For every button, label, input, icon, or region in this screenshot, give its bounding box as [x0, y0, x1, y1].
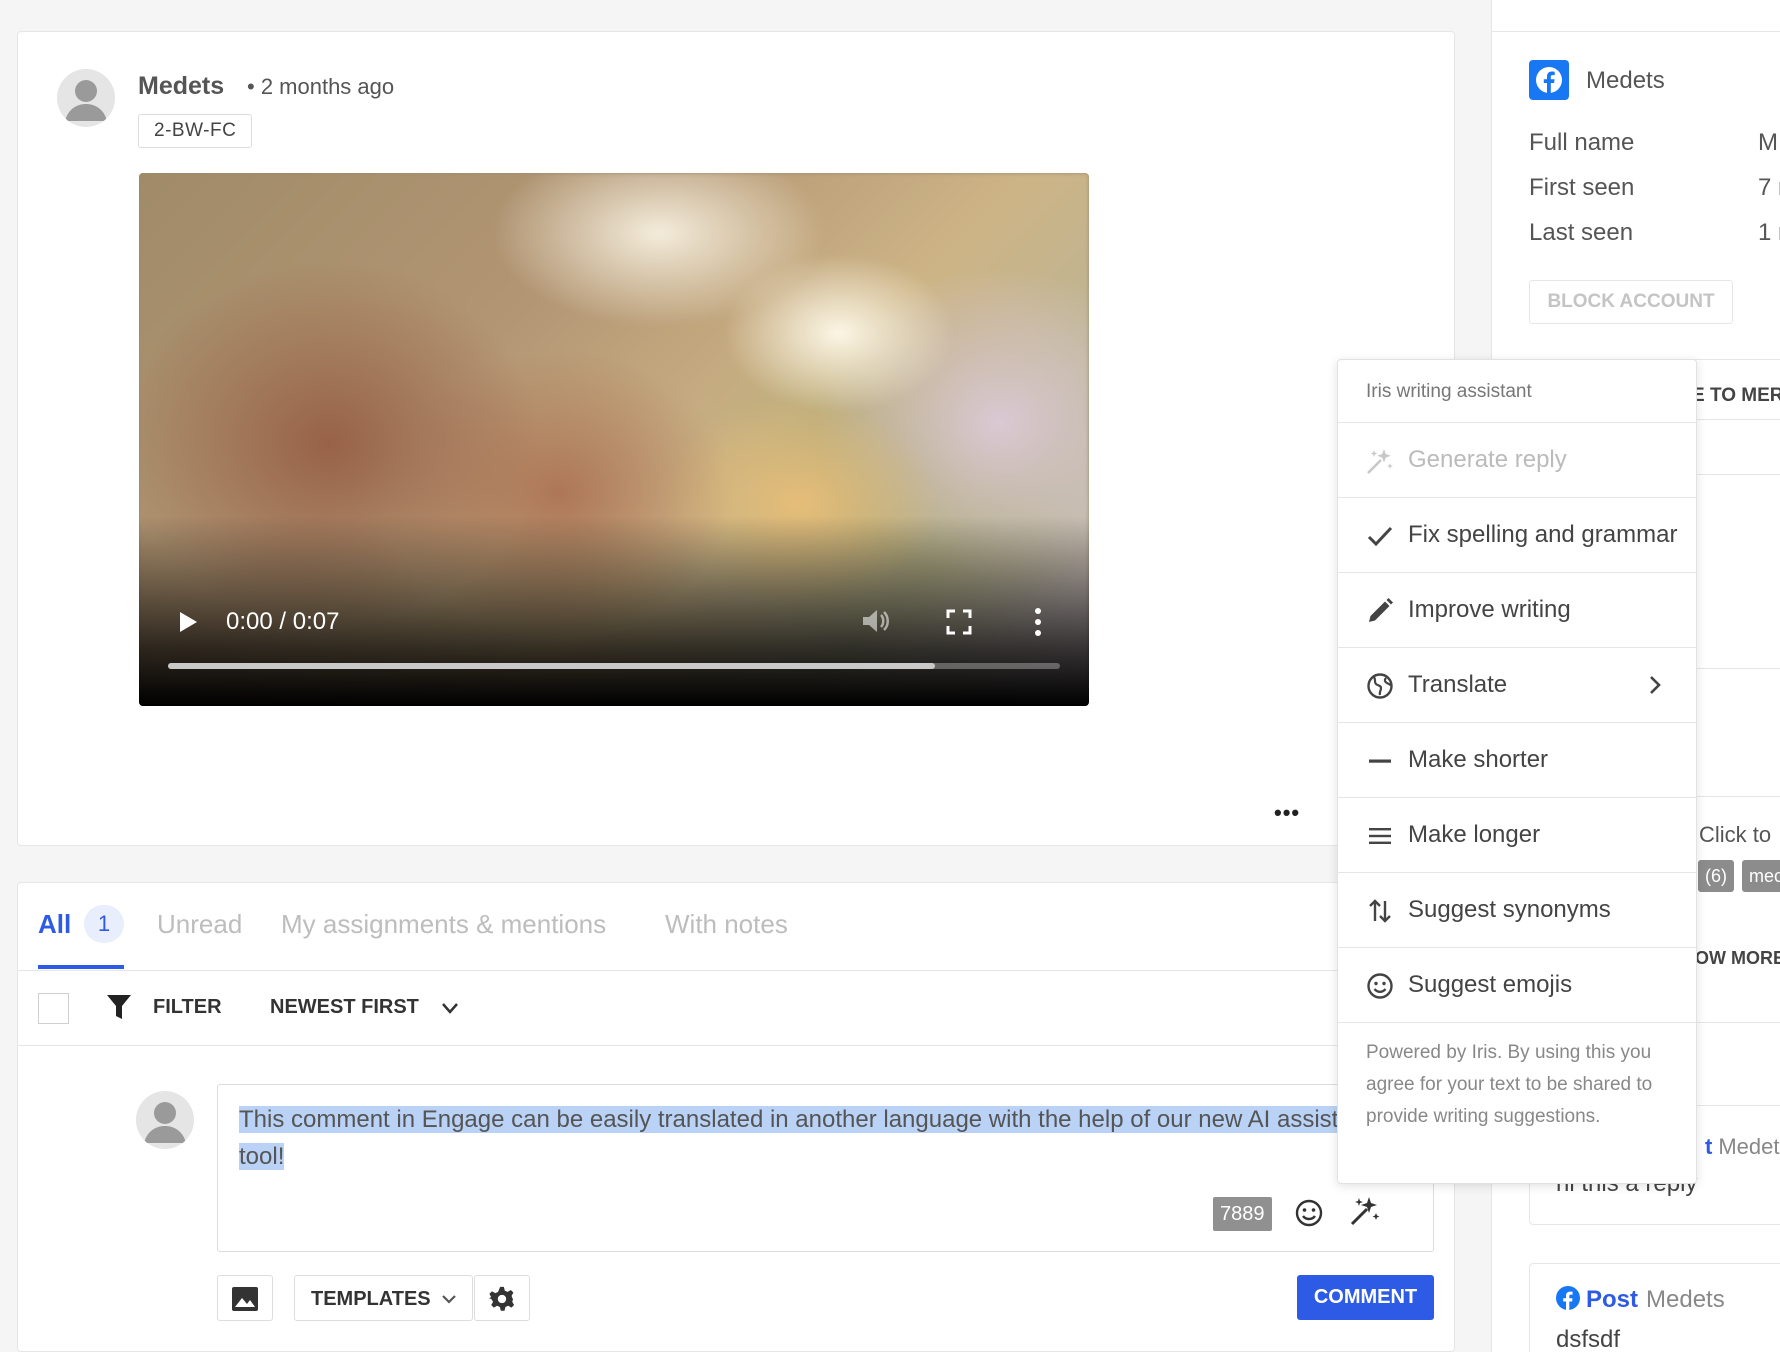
- menu-item-suggest-synonyms[interactable]: Suggest synonyms: [1338, 873, 1696, 948]
- check-icon: [1367, 526, 1393, 547]
- templates-button[interactable]: TEMPLATES: [294, 1275, 473, 1321]
- tab-with-notes[interactable]: With notes: [665, 909, 788, 940]
- author-avatar[interactable]: [57, 69, 115, 127]
- menu-item-label: Make longer: [1408, 821, 1541, 848]
- volume-icon[interactable]: [859, 605, 891, 637]
- char-count-badge: 7889: [1213, 1197, 1272, 1231]
- emoji-icon: [1367, 973, 1393, 999]
- chevron-down-icon: [442, 1295, 456, 1304]
- post-time: • 2 months ago: [247, 74, 395, 99]
- facebook-icon: [1529, 60, 1569, 100]
- post-summary-text: dsfsdf: [1556, 1326, 1621, 1352]
- sparkle-icon: [1367, 449, 1393, 474]
- reply-area: This comment in Engage can be easily tra…: [18, 1046, 1454, 1351]
- post-summary-header: Post Medets: [1556, 1286, 1725, 1314]
- lines-icon: [1369, 828, 1391, 844]
- select-all-checkbox[interactable]: [38, 993, 69, 1024]
- reply-input[interactable]: This comment in Engage can be easily tra…: [217, 1084, 1434, 1252]
- chevron-right-icon: [1650, 676, 1661, 694]
- globe-icon: [1367, 673, 1393, 699]
- comment-tabs: All 1 Unread My assignments & mentions W…: [18, 883, 1454, 971]
- iris-menu-title: Iris writing assistant: [1366, 381, 1532, 402]
- post-card: Medets • 2 months ago 2-BW-FC 0:00 / 0:0…: [17, 31, 1455, 846]
- menu-item-generate-reply[interactable]: Generate reply: [1338, 423, 1696, 498]
- play-icon[interactable]: [175, 610, 199, 634]
- menu-item-improve-writing[interactable]: Improve writing: [1338, 573, 1696, 648]
- tab-all[interactable]: All: [38, 909, 71, 940]
- last-seen-label: Last seen: [1529, 219, 1634, 246]
- iris-assistant-menu: Iris writing assistant Generate reply Fi…: [1337, 359, 1697, 1184]
- reply-type-fragment: t: [1705, 1134, 1713, 1159]
- menu-item-translate[interactable]: Translate: [1338, 648, 1696, 723]
- filter-button[interactable]: FILTER: [153, 996, 222, 1019]
- video-player[interactable]: 0:00 / 0:07: [139, 173, 1089, 706]
- divider: [1492, 31, 1780, 32]
- chevron-down-icon[interactable]: [441, 1001, 459, 1015]
- swap-arrows-icon: [1369, 899, 1391, 923]
- label-chip[interactable]: (6): [1698, 860, 1734, 892]
- reply-tools: TEMPLATES COMMENT: [217, 1275, 1454, 1323]
- post-summary-label: Post: [1586, 1286, 1639, 1313]
- full-name-label: Full name: [1529, 129, 1635, 156]
- profile-name[interactable]: Medets: [1586, 67, 1665, 95]
- video-time: 0:00 / 0:07: [226, 608, 340, 635]
- show-more-button[interactable]: OW MORE: [1695, 948, 1780, 969]
- image-icon: [232, 1287, 258, 1311]
- attach-image-button[interactable]: [217, 1275, 273, 1321]
- menu-item-make-longer[interactable]: Make longer: [1338, 798, 1696, 873]
- facebook-icon: [1556, 1286, 1580, 1310]
- comment-toolbar: FILTER NEWEST FIRST: [18, 971, 1454, 1046]
- click-to-text[interactable]: Click to: [1699, 822, 1771, 848]
- full-name-value: M: [1758, 129, 1778, 156]
- iris-disclaimer: Powered by Iris. By using this you agree…: [1366, 1042, 1653, 1127]
- first-seen-label: First seen: [1529, 174, 1635, 201]
- post-summary-author: Medets: [1646, 1286, 1725, 1313]
- comment-button[interactable]: COMMENT: [1297, 1275, 1434, 1320]
- video-progress[interactable]: [168, 663, 1060, 669]
- menu-item-label: Suggest synonyms: [1408, 896, 1611, 923]
- author-name[interactable]: Medets: [138, 72, 224, 101]
- video-progress-fill: [168, 663, 936, 669]
- sort-dropdown[interactable]: NEWEST FIRST: [270, 996, 419, 1019]
- tab-my-assignments[interactable]: My assignments & mentions: [281, 909, 606, 940]
- menu-item-label: Make shorter: [1408, 746, 1549, 773]
- fullscreen-icon[interactable]: [946, 609, 972, 635]
- reply-text[interactable]: This comment in Engage can be easily tra…: [239, 1101, 1389, 1175]
- user-avatar: [136, 1091, 194, 1149]
- menu-item-label: Generate reply: [1408, 446, 1567, 473]
- reply-author: t Medet: [1705, 1134, 1779, 1160]
- tab-all-count: 1: [84, 905, 124, 943]
- minus-icon: [1369, 759, 1391, 763]
- menu-item-label: Suggest emojis: [1408, 971, 1573, 998]
- selected-text: This comment in Engage can be easily tra…: [239, 1106, 1372, 1170]
- iris-menu-header: Iris writing assistant: [1338, 360, 1696, 423]
- first-seen-value: 7 r: [1758, 174, 1780, 201]
- menu-item-make-shorter[interactable]: Make shorter: [1338, 723, 1696, 798]
- menu-item-fix-spelling[interactable]: Fix spelling and grammar: [1338, 498, 1696, 573]
- video-more-icon[interactable]: [1034, 607, 1042, 637]
- block-account-button[interactable]: BLOCK ACCOUNT: [1529, 280, 1733, 324]
- pencil-icon: [1369, 598, 1393, 622]
- settings-button[interactable]: [474, 1275, 530, 1321]
- emoji-icon[interactable]: [1294, 1198, 1324, 1228]
- label-chip[interactable]: mec: [1742, 860, 1780, 892]
- more-horizontal-icon[interactable]: •••: [1274, 800, 1300, 826]
- templates-label: TEMPLATES: [311, 1288, 431, 1310]
- filter-icon[interactable]: [106, 993, 132, 1021]
- reply-author-name: Medet: [1718, 1134, 1780, 1159]
- assign-button[interactable]: E TO MER: [1692, 385, 1780, 407]
- post-summary-card[interactable]: Post Medets dsfsdf: [1529, 1263, 1780, 1352]
- ai-sparkle-icon[interactable]: [1349, 1195, 1381, 1227]
- gear-icon: [489, 1286, 515, 1311]
- menu-item-suggest-emojis[interactable]: Suggest emojis: [1338, 948, 1696, 1023]
- menu-item-label: Fix spelling and grammar: [1408, 521, 1678, 548]
- post-tag: 2-BW-FC: [138, 114, 253, 148]
- tab-unread[interactable]: Unread: [157, 909, 242, 940]
- active-tab-indicator: [38, 965, 124, 969]
- comments-card: All 1 Unread My assignments & mentions W…: [17, 882, 1455, 1352]
- last-seen-value: 1 r: [1758, 219, 1780, 246]
- menu-item-label: Translate: [1408, 671, 1508, 698]
- menu-item-label: Improve writing: [1408, 596, 1571, 623]
